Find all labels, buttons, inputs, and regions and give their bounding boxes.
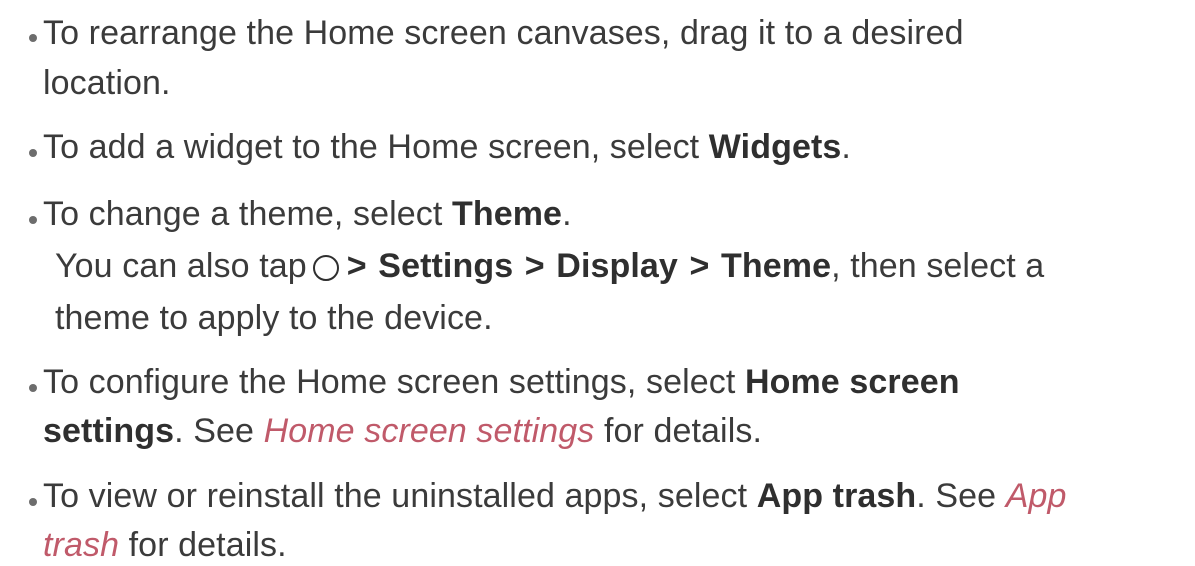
- item-text: To view or reinstall the uninstalled app…: [43, 477, 757, 515]
- path-separator: >: [524, 247, 545, 285]
- item-text: for details.: [119, 526, 287, 564]
- item-text-line: To rearrange the Home screen canvases, d…: [43, 14, 964, 52]
- menu-label-home-screen-settings: settings: [43, 412, 175, 450]
- item-text: To configure the Home screen settings, s…: [43, 363, 745, 401]
- link-app-trash[interactable]: trash: [43, 526, 119, 564]
- path-separator: >: [689, 247, 710, 285]
- bullet-dot: [29, 384, 37, 392]
- page: To rearrange the Home screen canvases, d…: [0, 0, 1195, 566]
- menu-label-widgets: Widgets: [708, 128, 842, 166]
- item-text-line: To add a widget to the Home screen, sele…: [43, 127, 851, 167]
- bullet-dot: [29, 34, 37, 42]
- path-settings: Settings: [378, 247, 514, 285]
- item-text-line: To view or reinstall the uninstalled app…: [43, 476, 1067, 516]
- menu-label-theme: Theme: [451, 195, 563, 233]
- item-text: for details.: [594, 412, 763, 450]
- link-home-screen-settings[interactable]: Home screen settings: [264, 412, 595, 450]
- item-text-line: trash for details.: [43, 525, 287, 565]
- path-separator: >: [346, 247, 367, 285]
- item-text: .: [562, 195, 572, 233]
- item-text: .: [841, 128, 851, 166]
- item-text: To add a widget to the Home screen, sele…: [43, 128, 709, 166]
- item-text-line: To change a theme, select Theme.: [43, 194, 572, 234]
- note-text: You can also tap: [55, 247, 307, 285]
- note-text-line: theme to apply to the device.: [55, 299, 493, 337]
- home-circle-icon: [312, 255, 339, 281]
- note-text: , then select a: [831, 247, 1045, 285]
- menu-label-home-screen-settings: Home screen: [744, 363, 960, 401]
- path-display: Display: [556, 247, 678, 285]
- item-text-line: location.: [43, 64, 171, 102]
- item-text-line: settings. See Home screen settings for d…: [43, 411, 762, 451]
- note-text-line: You can also tap > Settings > Display > T…: [55, 246, 1044, 286]
- path-theme: Theme: [721, 247, 832, 285]
- item-text: . See: [174, 412, 264, 450]
- menu-label-app-trash: App trash: [756, 477, 917, 515]
- item-text: To change a theme, select: [43, 195, 452, 233]
- bullet-dot: [29, 216, 37, 224]
- item-text-line: To configure the Home screen settings, s…: [43, 362, 960, 402]
- link-app-trash[interactable]: App: [1006, 477, 1067, 515]
- bullet-dot: [29, 498, 37, 506]
- item-text: . See: [916, 477, 1006, 515]
- bullet-dot: [29, 149, 37, 157]
